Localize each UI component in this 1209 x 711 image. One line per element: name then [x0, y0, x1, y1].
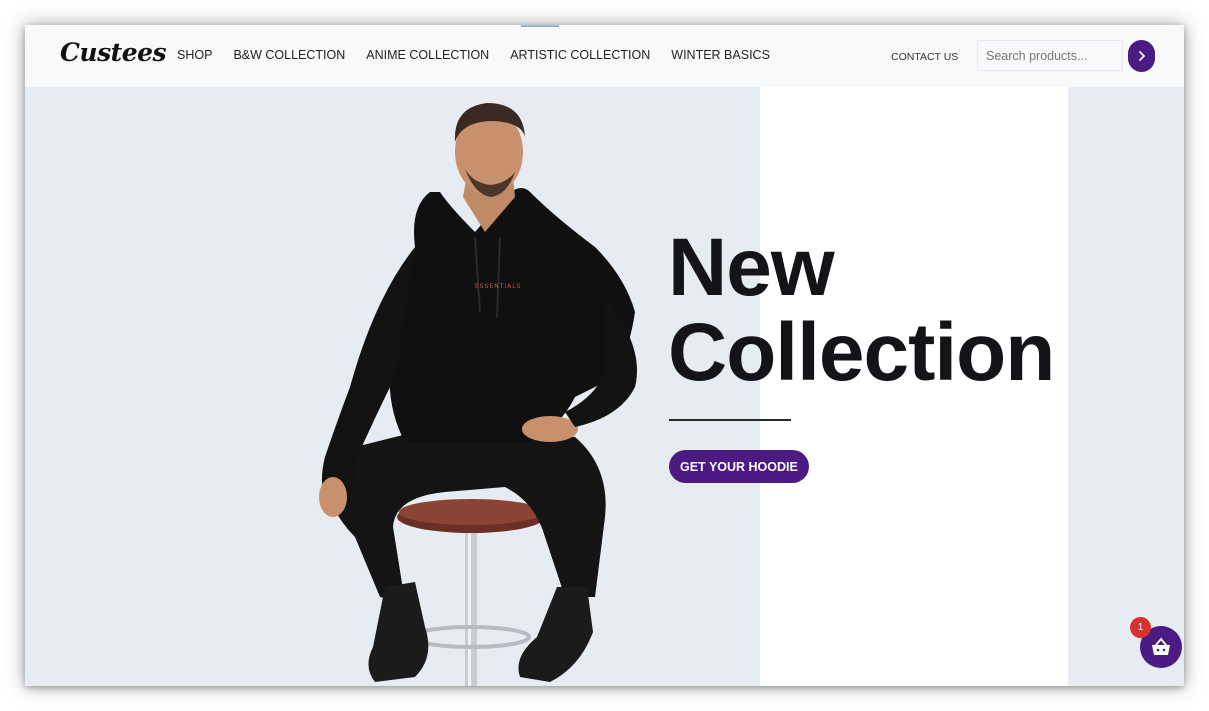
svg-text:ESSENTIALS: ESSENTIALS [475, 283, 521, 290]
headline-divider [669, 419, 791, 421]
nav-item-artistic-collection[interactable]: ARTISTIC COLLECTION [510, 48, 650, 62]
basket-icon [1152, 637, 1170, 655]
hero-model-image: ESSENTIALS [319, 103, 637, 686]
get-hoodie-button[interactable]: GET YOUR HOODIE [669, 450, 809, 483]
hero-headline: New Collection [668, 222, 1055, 398]
nav-item-anime-collection[interactable]: ANIME COLLECTION [366, 48, 489, 62]
site-logo[interactable]: Custees [60, 38, 167, 67]
hero-section: ESSENTIALS New Collection GET YOUR HOODI… [25, 87, 1184, 686]
site-header: Custees SHOP B&W COLLECTION ANIME COLLEC… [25, 25, 1184, 87]
hero-headline-line2: Collection [668, 307, 1055, 398]
top-accent-bar [521, 25, 559, 27]
chevron-right-icon [1138, 51, 1145, 61]
main-nav: SHOP B&W COLLECTION ANIME COLLECTION ART… [177, 48, 791, 62]
cart-count-badge: 1 [1130, 617, 1151, 638]
hero-headline-line1: New [668, 222, 835, 313]
search-input[interactable] [977, 40, 1123, 71]
search-submit-button[interactable] [1128, 40, 1155, 72]
nav-item-bw-collection[interactable]: B&W COLLECTION [233, 48, 345, 62]
nav-item-winter-basics[interactable]: WINTER BASICS [671, 48, 770, 62]
nav-item-shop[interactable]: SHOP [177, 48, 212, 62]
nav-item-contact-us[interactable]: CONTACT US [891, 51, 958, 63]
browser-page: Custees SHOP B&W COLLECTION ANIME COLLEC… [25, 25, 1184, 686]
